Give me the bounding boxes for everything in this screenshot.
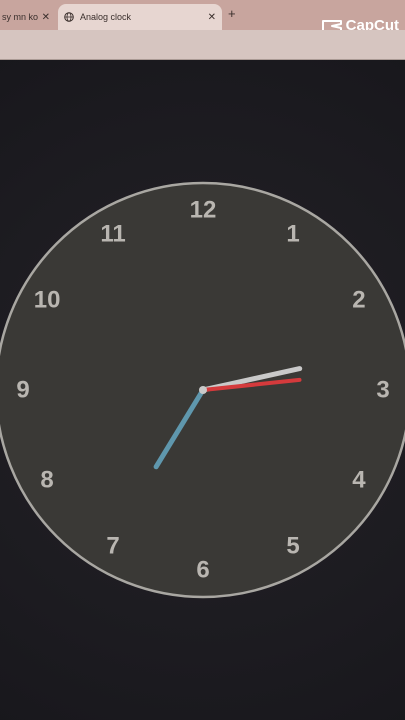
- clock-numeral-10: 10: [34, 287, 61, 314]
- clock-numeral-2: 2: [352, 287, 365, 314]
- globe-icon: [64, 12, 74, 22]
- tab-inactive-title: sy mn ko: [2, 12, 39, 22]
- new-tab-button[interactable]: +: [228, 6, 236, 21]
- clock-numeral-5: 5: [286, 532, 299, 559]
- analog-clock: 121234567891011: [0, 181, 405, 599]
- clock-numeral-8: 8: [40, 467, 53, 494]
- clock-numeral-4: 4: [352, 467, 366, 494]
- clock-numeral-9: 9: [16, 377, 29, 404]
- clock-numeral-3: 3: [376, 377, 389, 404]
- clock-center-pin: [199, 386, 207, 394]
- clock-numeral-11: 11: [100, 221, 125, 248]
- tab-inactive-close-icon[interactable]: ✕: [42, 12, 50, 23]
- clock-numeral-6: 6: [196, 557, 209, 584]
- tab-active-title: Analog clock: [80, 12, 132, 22]
- page-content: 12 1 2 3 4 5 6 7 8 9 10 11: [0, 60, 405, 720]
- tab-inactive[interactable]: sy mn ko ✕: [0, 4, 56, 30]
- clock-numeral-7: 7: [106, 532, 119, 559]
- tab-analog-clock[interactable]: Analog clock ✕: [58, 4, 222, 30]
- clock-numeral-1: 1: [286, 221, 299, 248]
- browser-tab-bar: sy mn ko ✕ Analog clock ✕ + CapCut: [0, 0, 405, 34]
- browser-toolbar: [0, 30, 405, 60]
- clock-numeral-12: 12: [190, 197, 217, 224]
- tab-active-close-icon[interactable]: ✕: [208, 12, 216, 23]
